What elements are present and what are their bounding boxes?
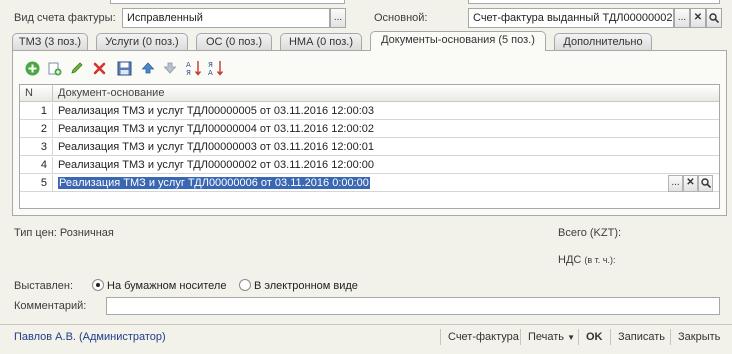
price-type-label: Тип цен: Розничная — [14, 227, 114, 239]
svg-text:Я: Я — [208, 61, 213, 69]
invoice-button[interactable]: Счет-фактура — [448, 331, 519, 343]
svg-text:A: A — [186, 61, 191, 69]
tab-additional[interactable]: Дополнительно — [554, 33, 652, 50]
save-icon[interactable] — [116, 60, 132, 76]
footer-divider — [578, 329, 579, 345]
row-document-selected-text[interactable]: Реализация ТМЗ и услуг ТДЛ00000006 от 03… — [58, 177, 370, 189]
table-row[interactable]: 1 Реализация ТМЗ и услуг ТДЛ00000005 от … — [20, 103, 719, 120]
row-document: Реализация ТМЗ и услуг ТДЛ00000002 от 03… — [58, 159, 375, 171]
add-icon[interactable] — [24, 60, 40, 76]
footer-divider — [610, 329, 611, 345]
issued-paper-label[interactable]: На бумажном носителе — [107, 280, 226, 292]
copy-icon[interactable] — [46, 60, 62, 76]
table-row[interactable]: 3 Реализация ТМЗ и услуг ТДЛ00000003 от … — [20, 139, 719, 156]
row-document-editor[interactable]: Реализация ТМЗ и услуг ТДЛ00000006 от 03… — [54, 175, 370, 192]
footer-divider — [440, 329, 441, 345]
row-document: Реализация ТМЗ и услуг ТДЛ00000003 от 03… — [58, 141, 375, 153]
table-row[interactable]: 2 Реализация ТМЗ и услуг ТДЛ00000004 от … — [20, 121, 719, 138]
tab-intangible-assets[interactable]: НМА (0 поз.) — [280, 33, 362, 50]
row-number: 5 — [20, 175, 53, 192]
footer-divider — [520, 329, 521, 345]
invoice-type-select-button[interactable]: ... — [330, 8, 346, 28]
current-user-link[interactable]: Павлов А.В. (Администратор) — [14, 331, 166, 343]
svg-text:A: A — [208, 69, 213, 76]
save-button[interactable]: Записать — [618, 331, 665, 343]
total-label: Всего (KZT): — [558, 227, 622, 239]
column-header-document[interactable]: Документ-основание — [54, 85, 164, 102]
basis-clear-icon[interactable]: ✕ — [690, 8, 706, 28]
print-button[interactable]: Печать ▼ — [528, 331, 575, 343]
issued-paper-radio[interactable] — [92, 279, 104, 291]
arrow-up-icon[interactable] — [140, 60, 156, 76]
basis-open-icon[interactable] — [706, 8, 722, 28]
row-clear-icon[interactable]: ✕ — [683, 175, 698, 192]
basis-documents-table[interactable]: N Документ-основание 1 Реализация ТМЗ и … — [19, 84, 720, 209]
close-button[interactable]: Закрыть — [678, 331, 720, 343]
comment-input[interactable] — [106, 297, 720, 315]
vat-label: НДС (в т. ч.): — [558, 254, 616, 266]
row-number: 1 — [20, 103, 53, 120]
svg-text:Я: Я — [186, 69, 191, 76]
row-number: 4 — [20, 157, 53, 174]
sort-asc-icon[interactable]: AЯ — [186, 60, 204, 76]
basis-field[interactable]: Счет-фактура выданный ТДЛ00000002 о — [468, 8, 674, 28]
edit-icon[interactable] — [68, 60, 84, 76]
table-row-editing[interactable]: 5 Реализация ТМЗ и услуг ТДЛ00000006 от … — [20, 175, 719, 192]
top-field-partial — [110, 0, 345, 4]
comment-label: Комментарий: — [14, 300, 87, 312]
row-open-icon[interactable] — [698, 175, 713, 192]
row-number: 3 — [20, 139, 53, 156]
vat-label-text: НДС — [558, 254, 582, 266]
sort-desc-icon[interactable]: ЯA — [208, 60, 226, 76]
footer-divider — [670, 329, 671, 345]
tab-services[interactable]: Услуги (0 поз.) — [96, 33, 188, 50]
arrow-down-icon[interactable] — [162, 60, 178, 76]
tab-tmz[interactable]: ТМЗ (3 поз.) — [12, 33, 88, 50]
delete-icon[interactable] — [91, 60, 107, 76]
row-document: Реализация ТМЗ и услуг ТДЛ00000004 от 03… — [58, 123, 375, 135]
top-field-partial-right — [468, 0, 720, 4]
basis-label: Основной: — [374, 12, 428, 24]
vat-label-suffix: (в т. ч.): — [584, 255, 616, 265]
column-header-n[interactable]: N — [20, 85, 53, 102]
chevron-down-icon: ▼ — [567, 333, 576, 342]
table-row[interactable]: 4 Реализация ТМЗ и услуг ТДЛ00000002 от … — [20, 157, 719, 174]
row-number: 2 — [20, 121, 53, 138]
row-select-button[interactable]: ... — [668, 175, 683, 192]
ok-button[interactable]: OK — [586, 331, 603, 343]
invoice-type-label: Вид счета фактуры: — [14, 12, 116, 24]
tab-fixed-assets[interactable]: ОС (0 поз.) — [196, 33, 272, 50]
row-document: Реализация ТМЗ и услуг ТДЛ00000005 от 03… — [58, 105, 375, 117]
tab-basis-documents[interactable]: Документы-основания (5 поз.) — [370, 31, 546, 51]
issued-electronic-radio[interactable] — [239, 279, 251, 291]
issued-label: Выставлен: — [14, 280, 74, 292]
print-button-label: Печать — [528, 331, 565, 343]
table-header: N Документ-основание — [20, 85, 719, 102]
issued-electronic-label[interactable]: В электронном виде — [254, 280, 358, 292]
basis-select-button[interactable]: ... — [674, 8, 690, 28]
invoice-type-field[interactable]: Исправленный — [122, 8, 330, 28]
